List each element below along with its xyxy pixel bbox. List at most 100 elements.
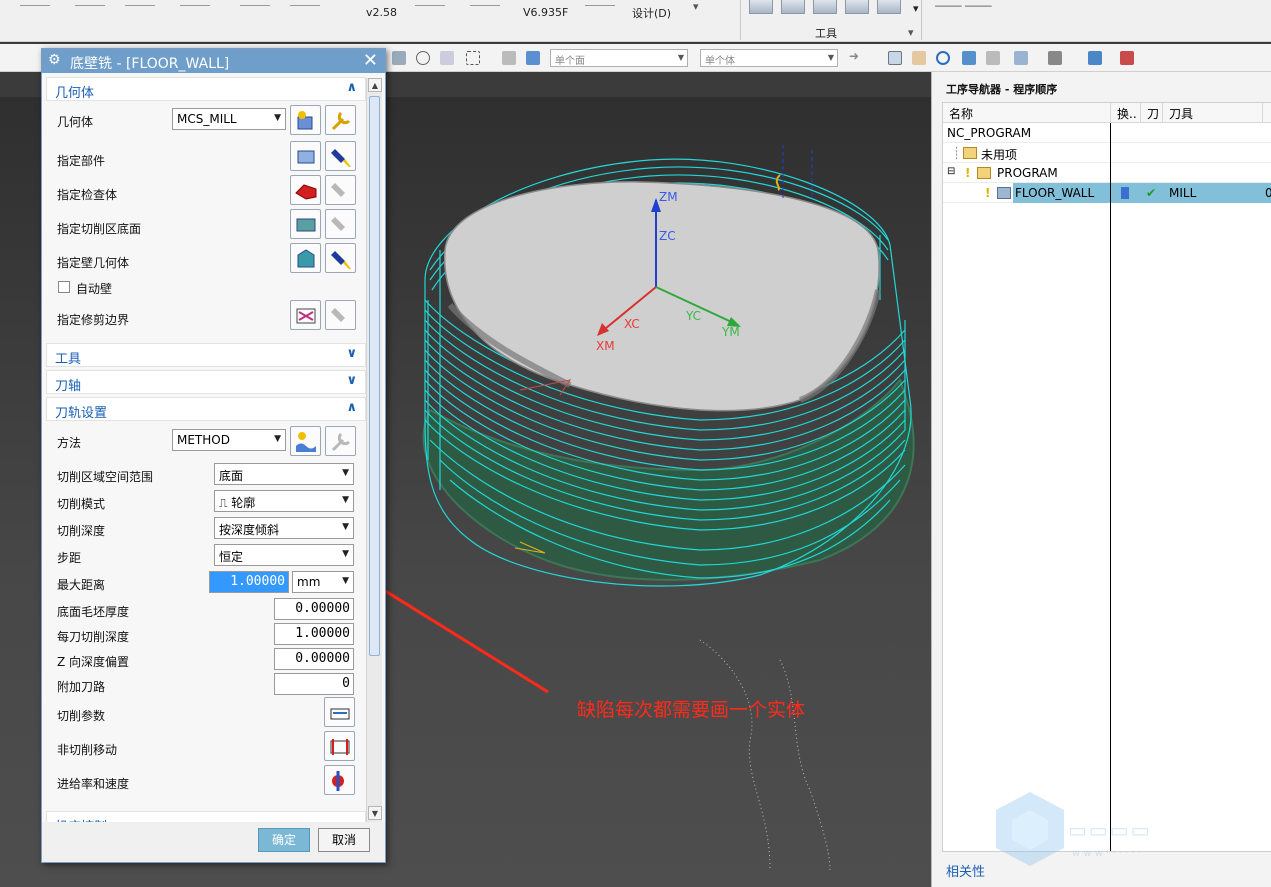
design-dropdown-icon[interactable]: ▾ bbox=[693, 0, 699, 13]
ribbon-stub-8[interactable] bbox=[470, 0, 500, 6]
select-check-button[interactable] bbox=[290, 175, 321, 205]
select-trim-button[interactable] bbox=[290, 300, 321, 330]
layer-icon[interactable] bbox=[986, 51, 1000, 65]
cut-depth-select[interactable]: 按深度倾斜 ▼ bbox=[214, 517, 354, 539]
snap-icon[interactable] bbox=[416, 51, 430, 65]
section-geometry[interactable]: 几何体 ∧ bbox=[46, 77, 366, 101]
solid-icon[interactable] bbox=[526, 51, 540, 65]
col-header-name[interactable]: 名称 bbox=[943, 103, 1111, 123]
body-icon[interactable] bbox=[502, 51, 516, 65]
display-part-button[interactable] bbox=[325, 141, 356, 171]
new-method-button[interactable] bbox=[290, 426, 321, 456]
tool-icon-1[interactable] bbox=[749, 0, 773, 14]
dialog-title: 底壁铣 - [FLOOR_WALL] bbox=[70, 56, 230, 72]
ribbon-stub-2[interactable] bbox=[75, 0, 105, 6]
stepover-select[interactable]: 恒定 ▼ bbox=[214, 544, 354, 566]
ribbon-stub-4[interactable] bbox=[180, 0, 210, 6]
ribbon-stub-9[interactable] bbox=[585, 0, 615, 6]
nav-row-program[interactable]: ⊟ ! PROGRAM bbox=[943, 163, 1271, 183]
view-icon[interactable] bbox=[888, 51, 902, 65]
axis-label-ym: YM bbox=[722, 325, 740, 339]
ribbon-stub-5[interactable] bbox=[240, 0, 270, 6]
tool-icon-5[interactable] bbox=[877, 0, 901, 14]
non-cut-button[interactable] bbox=[324, 731, 355, 761]
dialog-titlebar[interactable]: ⚙ 底壁铣 - [FLOOR_WALL] ✕ bbox=[42, 49, 385, 73]
geometry-select[interactable]: MCS_MILL ▼ bbox=[172, 108, 286, 130]
rect-select-icon[interactable] bbox=[466, 51, 480, 65]
select-wall-button[interactable] bbox=[290, 243, 321, 273]
nav-row-nc-program[interactable]: NC_PROGRAM bbox=[943, 123, 1271, 143]
floor-stock-input[interactable]: 0.00000 bbox=[274, 598, 354, 620]
col-header-change[interactable]: 换.. bbox=[1111, 103, 1141, 123]
method-select[interactable]: METHOD ▼ bbox=[172, 429, 286, 451]
display-trim-button[interactable] bbox=[325, 300, 356, 330]
section-path-settings[interactable]: 刀轨设置 ∧ bbox=[46, 397, 366, 421]
depth-per-cut-input[interactable]: 1.00000 bbox=[274, 623, 354, 645]
arrow-right-icon[interactable]: ➜ bbox=[849, 49, 863, 63]
z-offset-label: Z 向深度偏置 bbox=[57, 655, 130, 669]
select-icon[interactable] bbox=[392, 51, 406, 65]
collapse-icon[interactable]: ⊟ bbox=[947, 166, 955, 177]
extra-passes-input[interactable]: 0 bbox=[274, 673, 354, 695]
display-check-button[interactable] bbox=[325, 175, 356, 205]
select-part-button[interactable] bbox=[290, 141, 321, 171]
cut-pattern-select[interactable]: ⎍ 轮廓 ▼ bbox=[214, 490, 354, 512]
gear-icon[interactable]: ⚙ bbox=[48, 52, 61, 68]
display-icon[interactable] bbox=[1120, 51, 1134, 65]
new-geometry-button[interactable] bbox=[290, 105, 321, 135]
depth-per-cut-label: 每刀切削深度 bbox=[57, 630, 130, 644]
filter-icon[interactable] bbox=[440, 51, 454, 65]
col-header-extra[interactable] bbox=[1263, 103, 1271, 123]
ribbon-stub-7[interactable] bbox=[415, 0, 445, 6]
display-wall-button[interactable] bbox=[325, 243, 356, 273]
stepover-label: 步距 bbox=[57, 551, 82, 565]
ribbon-stub-1[interactable] bbox=[20, 0, 50, 6]
tool-icon-2[interactable] bbox=[781, 0, 805, 14]
watermark-url: w w w · · · · · · bbox=[1072, 848, 1142, 859]
section-tool[interactable]: 工具 ∨ bbox=[46, 343, 366, 367]
navigator-dependencies[interactable]: 相关性 bbox=[946, 861, 985, 880]
ok-button[interactable]: 确定 bbox=[258, 828, 310, 852]
render-icon[interactable] bbox=[1048, 51, 1062, 65]
cam-version[interactable]: v2.58 bbox=[366, 6, 397, 19]
ribbon-stub-3[interactable] bbox=[125, 0, 155, 6]
pan-icon[interactable] bbox=[962, 51, 976, 65]
chevron-down-icon: ▼ bbox=[342, 468, 349, 478]
z-offset-input[interactable]: 0.00000 bbox=[274, 648, 354, 670]
select-floor-button[interactable] bbox=[290, 209, 321, 239]
nav-row-floor-wall[interactable]: ! FLOOR_WALL ✔ MILL 0 bbox=[943, 183, 1271, 203]
edit-geometry-button[interactable] bbox=[325, 105, 356, 135]
scroll-thumb[interactable] bbox=[369, 96, 380, 656]
auto-wall-checkbox[interactable] bbox=[58, 281, 70, 293]
tools-expand-icon[interactable]: ▾ bbox=[913, 2, 919, 15]
cut-params-button[interactable] bbox=[324, 697, 355, 727]
close-icon[interactable]: ✕ bbox=[363, 50, 378, 71]
tool-icon-3[interactable] bbox=[813, 0, 837, 14]
window-icon[interactable] bbox=[1014, 51, 1028, 65]
body-filter-select[interactable]: 单个体 ▼ bbox=[700, 49, 838, 67]
face-filter-select[interactable]: 单个面 ▼ bbox=[550, 49, 688, 67]
other-version[interactable]: V6.935F bbox=[523, 6, 568, 19]
max-distance-unit-select[interactable]: mm ▼ bbox=[292, 571, 354, 593]
ribbon-stub-6[interactable] bbox=[290, 0, 320, 6]
edit-method-button[interactable] bbox=[325, 426, 356, 456]
frame-icon[interactable] bbox=[912, 51, 926, 65]
feeds-speeds-button[interactable] bbox=[324, 765, 355, 795]
design-menu[interactable]: 设计(D) bbox=[632, 5, 671, 21]
col-header-tool[interactable]: 刀具 bbox=[1163, 103, 1263, 123]
col-header-path[interactable]: 刀 bbox=[1141, 103, 1163, 123]
display-floor-button[interactable] bbox=[325, 209, 356, 239]
section-tool-axis[interactable]: 刀轴 ∨ bbox=[46, 370, 366, 394]
scroll-down-icon[interactable]: ▼ bbox=[368, 806, 382, 820]
scroll-up-icon[interactable]: ▲ bbox=[368, 78, 382, 92]
rotate-icon[interactable] bbox=[936, 51, 950, 65]
nav-row-unused[interactable]: ┊ 未用项 bbox=[943, 143, 1271, 163]
cancel-button[interactable]: 取消 bbox=[318, 828, 370, 852]
max-distance-input[interactable]: 1.00000 bbox=[209, 571, 289, 593]
cut-region-select[interactable]: 底面 ▼ bbox=[214, 463, 354, 485]
ribbon-tab-text[interactable]: ──── ──── bbox=[935, 0, 991, 13]
cube-icon[interactable] bbox=[1088, 51, 1102, 65]
tool-icon-4[interactable] bbox=[845, 0, 869, 14]
ribbon-options-icon[interactable]: ▾ bbox=[908, 26, 914, 39]
dialog-scrollbar[interactable]: ▲ ▼ bbox=[366, 78, 382, 822]
